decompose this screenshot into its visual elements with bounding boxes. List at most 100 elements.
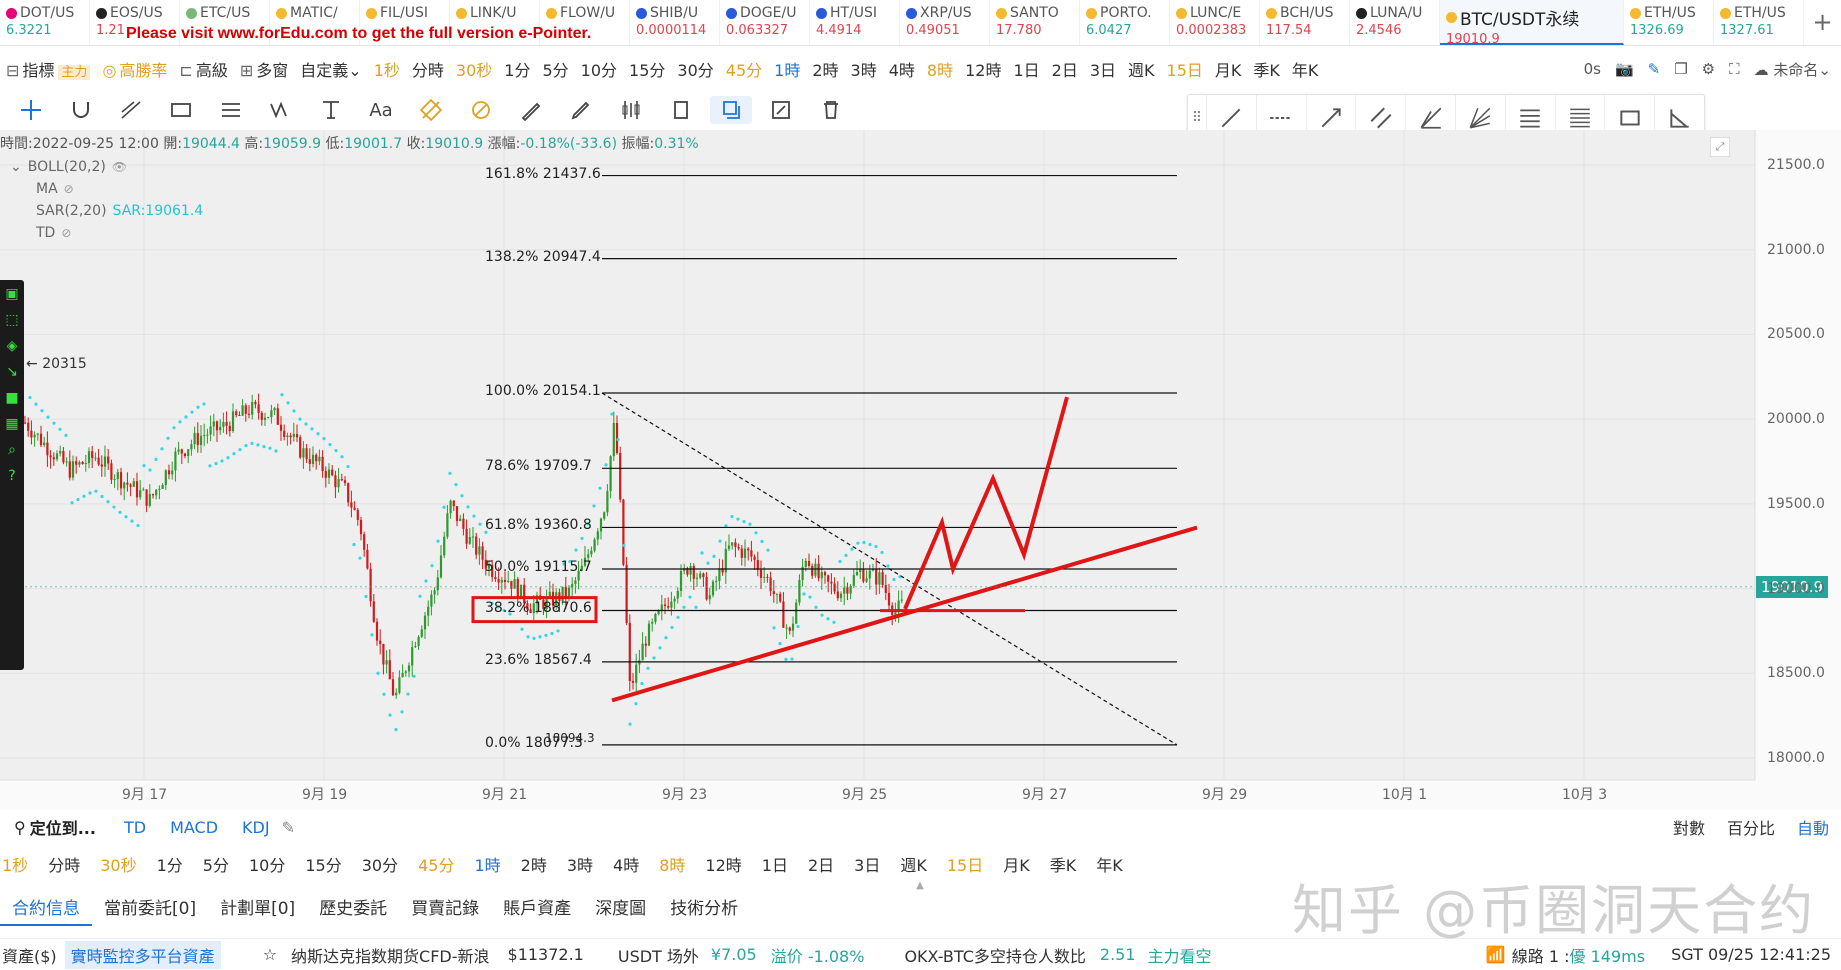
text-tool[interactable]: Aa (360, 96, 402, 124)
interval-10分[interactable]: 10分 (239, 852, 295, 876)
interval-5分[interactable]: 5分 (536, 57, 574, 81)
layer-icon[interactable]: ◈ (2, 338, 22, 358)
line-label[interactable]: 線路 1 : (1512, 943, 1570, 967)
interval-15分[interactable]: 15分 (295, 852, 351, 876)
interval-1分[interactable]: 1分 (147, 852, 193, 876)
interval-1秒[interactable]: 1秒 (0, 852, 38, 876)
screen-icon[interactable]: ▣ (2, 286, 22, 306)
interval-4時[interactable]: 4時 (603, 852, 649, 876)
ticker-item[interactable]: BCH/US 117.54 (1260, 0, 1350, 45)
monitor-badge[interactable]: 實時監控多平台資產 (64, 940, 221, 969)
interval-8時[interactable]: 8時 (649, 852, 695, 876)
interval-15日[interactable]: 15日 (937, 852, 993, 876)
draw-icon[interactable]: ↘ (2, 364, 22, 384)
grid-icon[interactable]: ▦ (2, 416, 22, 436)
interval-1時[interactable]: 1時 (768, 57, 806, 81)
interval-月K[interactable]: 月K (993, 852, 1040, 876)
select-icon[interactable]: ⬚ (2, 312, 22, 332)
lock-drawings-tool[interactable] (460, 96, 502, 124)
ticker-item[interactable]: SANTO 17.780 (990, 0, 1080, 45)
fullscreen-icon[interactable]: ⛶ (1729, 60, 1740, 78)
expand-icon[interactable]: ⤢ (1710, 137, 1730, 157)
interval-年K[interactable]: 年K (1086, 852, 1133, 876)
locate-button[interactable]: ⚲ 定位到... (14, 815, 96, 839)
interval-1日[interactable]: 1日 (1007, 57, 1045, 81)
ticker-item[interactable]: XRP/US 0.49051 (900, 0, 990, 45)
interval-10分[interactable]: 10分 (575, 57, 623, 81)
camera-icon[interactable]: 📷 (1615, 60, 1634, 78)
eye-hidden-icon[interactable]: ⊘ (64, 178, 74, 200)
ticker-item[interactable]: ETH/US 1326.69 (1624, 0, 1714, 45)
help-icon[interactable]: ? (2, 468, 22, 488)
interval-3時[interactable]: 3時 (845, 57, 883, 81)
bottom-tab[interactable]: 歷史委託 (307, 892, 399, 926)
interval-分時[interactable]: 分時 (38, 852, 90, 876)
price-chart[interactable] (0, 130, 1841, 810)
window-icon[interactable]: ❐ (1674, 60, 1687, 78)
multi-window-button[interactable]: ⊞ 多窗 (234, 57, 294, 81)
scale-option[interactable]: 對數 (1673, 815, 1705, 839)
advanced-button[interactable]: ⊏ 高級 (173, 57, 233, 81)
interval-2時[interactable]: 2時 (511, 852, 557, 876)
block-icon[interactable]: ■ (2, 390, 22, 410)
candle-tool[interactable] (610, 96, 652, 124)
trendline-tool[interactable] (110, 96, 152, 124)
boll-indicator[interactable]: ⌄ BOLL(20,2) 👁 (10, 156, 203, 178)
winrate-button[interactable]: ◎ 高勝率 (96, 57, 173, 81)
bottom-tab[interactable]: 計劃單[0] (208, 892, 307, 926)
interval-5分[interactable]: 5分 (193, 852, 239, 876)
interval-45分[interactable]: 45分 (408, 852, 464, 876)
ticker-item[interactable]: BTC/USDT永续 19010.9 (1440, 0, 1624, 45)
interval-2日[interactable]: 2日 (798, 852, 844, 876)
pen-icon[interactable]: ✎ (1648, 60, 1661, 78)
drawing-mode-tool[interactable] (710, 96, 752, 124)
search-icon[interactable]: ⌕ (2, 442, 22, 462)
settings-icon[interactable]: ⚙ (1702, 60, 1715, 78)
td-indicator[interactable]: TD ⊘ (10, 222, 203, 244)
interval-15分[interactable]: 15分 (623, 57, 671, 81)
measure-tool[interactable] (310, 96, 352, 124)
ticker-item[interactable]: LUNA/U 2.4546 (1350, 0, 1440, 45)
edit-tool[interactable] (760, 96, 802, 124)
bottom-tab[interactable]: 買賣記錄 (399, 892, 491, 926)
interval-3時[interactable]: 3時 (557, 852, 603, 876)
interval-45分[interactable]: 45分 (720, 57, 768, 81)
brush-tool[interactable] (560, 96, 602, 124)
rectangle-tool[interactable] (160, 96, 202, 124)
interval-12時[interactable]: 12時 (959, 57, 1007, 81)
chart-area[interactable] (0, 130, 1841, 810)
interval-季K[interactable]: 季K (1247, 57, 1286, 81)
eye-hidden-icon[interactable]: ⊘ (61, 222, 71, 244)
indicator-button[interactable]: ⊟ 指標 主力 (0, 57, 96, 81)
interval-8時[interactable]: 8時 (921, 57, 959, 81)
parallel-lines-tool[interactable] (210, 96, 252, 124)
star-icon[interactable]: ☆ (263, 945, 277, 964)
eraser-tool[interactable] (510, 96, 552, 124)
resize-handle-icon[interactable]: ▲ (908, 880, 932, 891)
account-button[interactable]: ☁ 未命名⌄ (1754, 59, 1831, 80)
bottom-tab[interactable]: 深度圖 (583, 892, 658, 926)
hide-drawings-tool[interactable] (410, 96, 452, 124)
interval-週K[interactable]: 週K (1122, 57, 1161, 81)
ticker-item[interactable]: ETH/US 1327.61 (1714, 0, 1804, 45)
scale-option[interactable]: 百分比 (1727, 815, 1775, 839)
main-force-tag[interactable]: 主力 (58, 65, 91, 80)
bottom-tab[interactable]: 技術分析 (658, 892, 750, 926)
interval-3日[interactable]: 3日 (844, 852, 890, 876)
ma-indicator[interactable]: MA ⊘ (10, 178, 203, 200)
assets-label[interactable]: 資產($) (2, 943, 57, 967)
custom-dropdown[interactable]: 自定義⌄ (294, 57, 367, 81)
interval-30分[interactable]: 30分 (352, 852, 408, 876)
crosshair-tool[interactable] (10, 96, 52, 124)
interval-年K[interactable]: 年K (1286, 57, 1325, 81)
interval-1秒[interactable]: 1秒 (368, 57, 406, 81)
sar-indicator[interactable]: SAR(2,20) SAR:19061.4 (10, 200, 203, 222)
interval-12時[interactable]: 12時 (695, 852, 751, 876)
wave-tool[interactable] (260, 96, 302, 124)
ticker-item[interactable]: DOT/US 6.3221 (0, 0, 90, 45)
interval-4時[interactable]: 4時 (883, 57, 921, 81)
ticker-item[interactable]: SHIB/U 0.0000114 (630, 0, 720, 45)
indicator-tab-macd[interactable]: MACD (170, 818, 218, 837)
interval-月K[interactable]: 月K (1209, 57, 1248, 81)
magnet-tool[interactable] (60, 96, 102, 124)
